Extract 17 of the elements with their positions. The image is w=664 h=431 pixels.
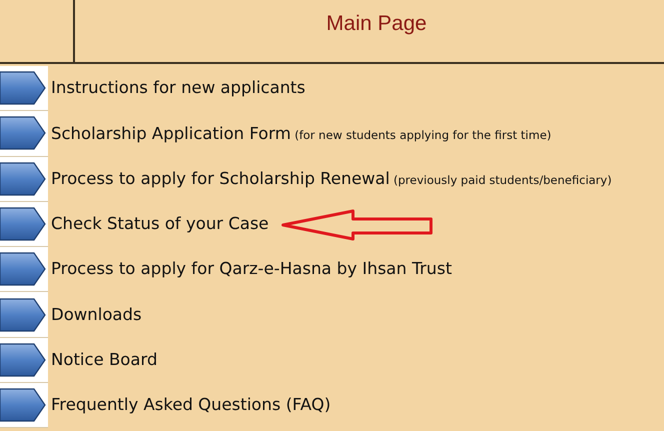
menu-link[interactable]: Process to apply for Scholarship Renewal (previously paid students/beneficiary) [51, 166, 612, 192]
menu-link[interactable]: Instructions for new applicants [51, 76, 306, 102]
chevron-arrow-icon [0, 342, 46, 377]
menu-link[interactable]: Process to apply for Qarz-e-Hasna by Ihsan Trust [51, 257, 452, 282]
chevron-arrow-icon [0, 252, 46, 286]
chevron-arrow-icon [0, 116, 46, 150]
page-title: Main Page [326, 11, 427, 37]
menu-link[interactable]: Check Status of your Case [51, 212, 269, 237]
chevron-arrow-icon [0, 162, 46, 196]
chevron-arrow-icon [0, 207, 46, 242]
menu-link[interactable]: Downloads [51, 302, 142, 328]
chevron-arrow-icon [0, 71, 46, 106]
menu-link[interactable]: Notice Board [51, 348, 158, 373]
chevron-arrow-icon [0, 388, 46, 422]
menu-link[interactable]: Scholarship Application Form (for new students applying for the first time) [51, 122, 552, 146]
menu-link[interactable]: Frequently Asked Questions (FAQ) [51, 393, 331, 418]
chevron-arrow-icon [0, 298, 46, 332]
